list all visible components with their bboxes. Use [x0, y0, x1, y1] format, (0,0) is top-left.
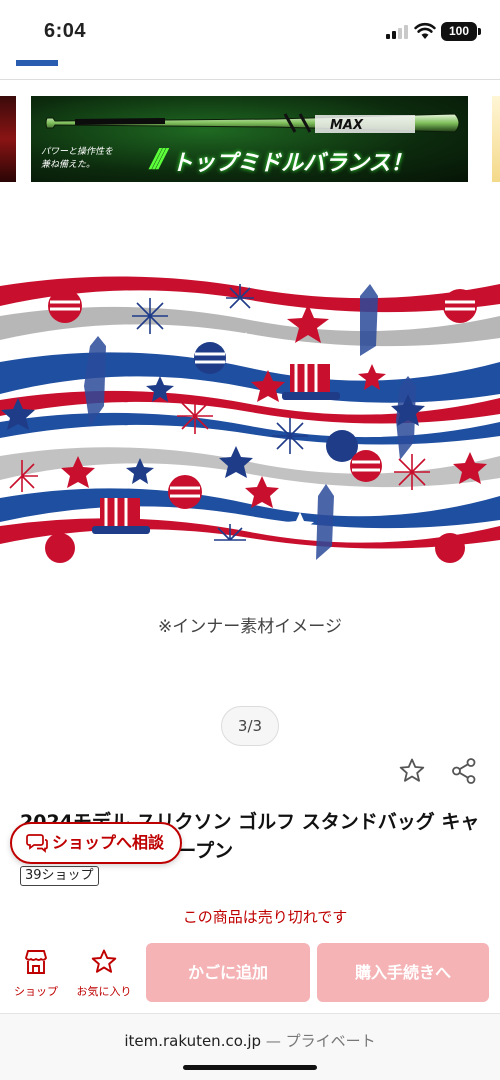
product-image[interactable] — [0, 276, 500, 568]
banner-prev-slide[interactable] — [0, 96, 16, 182]
product-page: 6:04 100 MAX パワーと操作性を 兼ね備えた。 /// トップミドルバ… — [0, 0, 500, 1080]
share-icon[interactable] — [450, 757, 478, 785]
chat-icon — [26, 834, 48, 853]
banner-subtitle-line2: 兼ね備えた。 — [41, 160, 96, 170]
site-logo-fragment[interactable] — [16, 60, 58, 66]
clock: 6:04 — [44, 20, 87, 42]
add-to-cart-button[interactable]: かごに追加 — [146, 943, 310, 1002]
banner-subtitle: パワーと操作性を 兼ね備えた。 — [35, 146, 165, 178]
image-pager: 3/3 — [221, 706, 279, 746]
consult-shop-button[interactable]: ショップへ相談 — [10, 822, 182, 864]
bottom-action-bar: ショップ お気に入り かごに追加 購入手続きへ — [0, 941, 500, 1013]
banner-headline: トップミドルバランス！ — [171, 151, 413, 176]
banner-slash-decoration: /// — [151, 144, 167, 174]
address-text[interactable]: item.rakuten.co.jp — プライベート — [0, 1030, 500, 1051]
banner-carousel[interactable]: MAX パワーと操作性を 兼ね備えた。 /// トップミドルバランス！ — [0, 96, 500, 182]
wifi-icon — [414, 22, 436, 39]
status-bar: 6:04 100 — [0, 0, 500, 62]
cellular-signal-icon — [386, 25, 408, 39]
checkout-button[interactable]: 購入手続きへ — [317, 943, 489, 1002]
image-caption: ※インナー素材イメージ — [158, 617, 342, 637]
patriotic-pattern — [0, 276, 500, 568]
banner-bat-ad[interactable]: MAX パワーと操作性を 兼ね備えた。 /// トップミドルバランス！ — [31, 96, 468, 182]
star-icon[interactable] — [398, 757, 426, 785]
shop-button-label: ショップ — [14, 985, 58, 998]
favorite-button-label: お気に入り — [76, 985, 132, 998]
url-domain: item.rakuten.co.jp — [124, 1032, 262, 1050]
battery-icon: 100 — [441, 22, 481, 41]
svg-text:MAX: MAX — [330, 118, 364, 133]
shop-count-badge[interactable]: 39ショップ — [20, 866, 99, 886]
header-divider — [0, 79, 500, 80]
consult-shop-label: ショップへ相談 — [52, 833, 165, 852]
home-indicator[interactable] — [183, 1065, 317, 1070]
banner-next-slide[interactable] — [492, 96, 500, 182]
store-icon — [25, 950, 47, 974]
private-mode-label: — プライベート — [265, 1032, 376, 1050]
banner-subtitle-line1: パワーと操作性を — [41, 147, 114, 157]
favorite-button[interactable]: お気に入り — [70, 945, 138, 1005]
bat-image: MAX — [45, 113, 460, 133]
sold-out-notice: この商品は売り切れです — [182, 908, 348, 926]
battery-level: 100 — [448, 24, 470, 38]
shop-button[interactable]: ショップ — [6, 945, 66, 1005]
favorite-star-icon — [91, 949, 117, 973]
